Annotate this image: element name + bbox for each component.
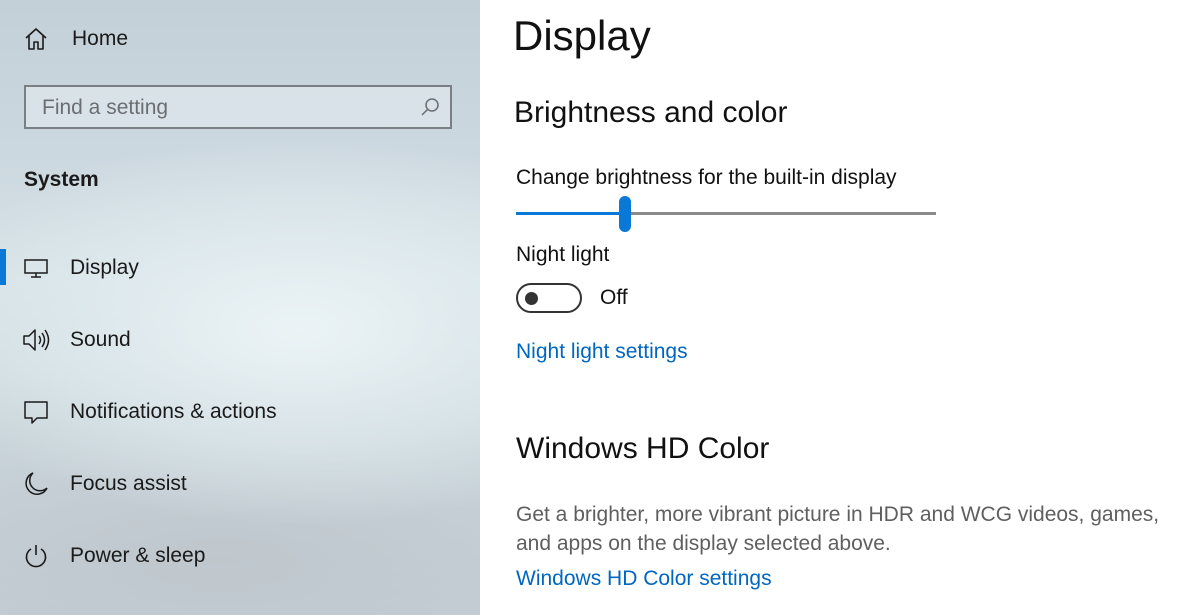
search-icon[interactable]	[420, 97, 440, 117]
notification-icon	[22, 398, 50, 426]
hd-color-section-heading: Windows HD Color	[516, 432, 770, 465]
night-light-toggle[interactable]	[516, 283, 582, 313]
search-field[interactable]	[24, 85, 452, 129]
home-label: Home	[72, 27, 129, 50]
page-title: Display	[513, 12, 651, 59]
night-light-state: Off	[600, 286, 628, 309]
search-input[interactable]	[40, 87, 414, 129]
sidebar: Home System Display	[0, 0, 480, 615]
settings-window: Home System Display	[0, 0, 1200, 615]
sidebar-item-label: Sound	[70, 328, 131, 351]
sidebar-item-label: Notifications & actions	[70, 400, 277, 423]
sidebar-item-power-sleep[interactable]: Power & sleep	[0, 533, 480, 579]
sidebar-item-display[interactable]: Display	[0, 245, 480, 291]
hd-color-settings-link[interactable]: Windows HD Color settings	[516, 567, 772, 591]
brightness-section-heading: Brightness and color	[514, 96, 788, 129]
monitor-icon	[22, 254, 50, 282]
hd-color-description: Get a brighter, more vibrant picture in …	[516, 503, 1160, 555]
slider-thumb[interactable]	[619, 196, 632, 232]
brightness-slider-label: Change brightness for the built-in displ…	[516, 166, 897, 189]
night-light-settings-link[interactable]: Night light settings	[516, 340, 688, 364]
sidebar-item-label: Display	[70, 256, 139, 279]
sidebar-item-sound[interactable]: Sound	[0, 317, 480, 363]
home-link[interactable]: Home	[0, 16, 480, 62]
sidebar-item-label: Power & sleep	[70, 544, 206, 567]
night-light-label: Night light	[516, 243, 610, 266]
slider-track-fill	[516, 212, 626, 215]
speaker-icon	[22, 326, 50, 354]
brightness-slider[interactable]	[516, 196, 936, 232]
sidebar-item-focus-assist[interactable]: Focus assist	[0, 461, 480, 507]
main-content: Display Brightness and color Change brig…	[480, 0, 1200, 615]
toggle-knob	[525, 292, 538, 305]
home-icon	[22, 25, 50, 53]
moon-icon	[22, 470, 50, 498]
power-icon	[22, 542, 50, 570]
sidebar-section-title: System	[24, 168, 99, 191]
sidebar-item-label: Focus assist	[70, 472, 187, 495]
sidebar-item-notifications[interactable]: Notifications & actions	[0, 389, 480, 435]
